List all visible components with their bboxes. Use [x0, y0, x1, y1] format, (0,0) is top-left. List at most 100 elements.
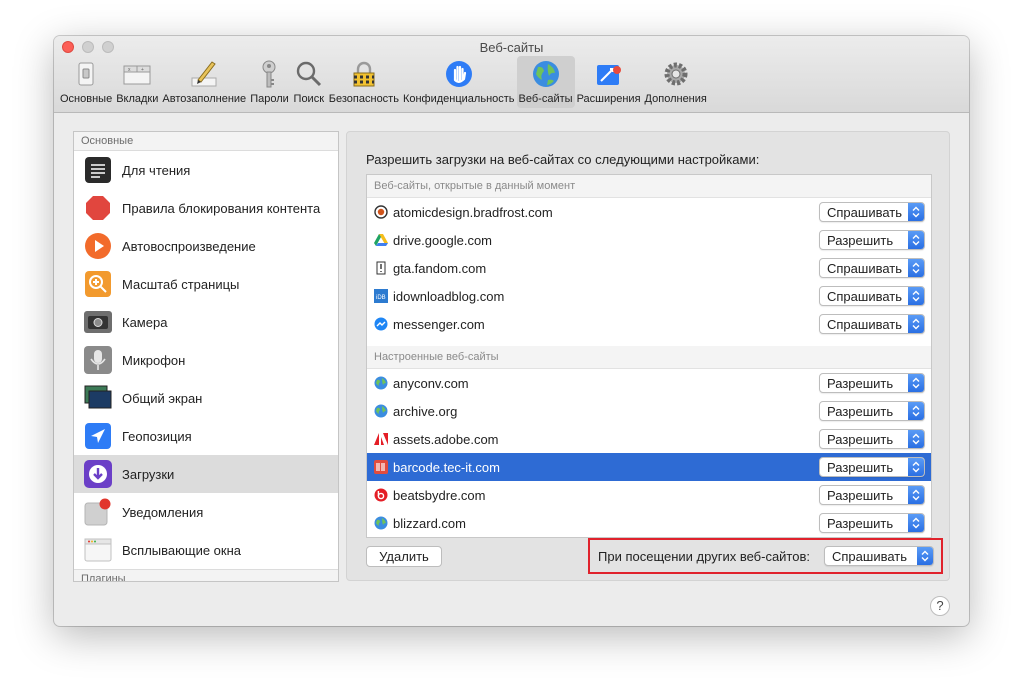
table-group-header: Настроенные веб-сайты [367, 346, 931, 369]
chevron-updown-icon [908, 259, 924, 277]
table-row[interactable]: barcode.tec-it.com Разрешить [367, 453, 931, 481]
camera-icon [84, 308, 112, 336]
sidebar-item-page-zoom[interactable]: Масштаб страницы [74, 265, 338, 303]
toolbar-autofill-pencil[interactable]: Автозаполнение [160, 56, 248, 108]
privacy-hand-icon [443, 58, 475, 90]
popup-value: Спрашивать [832, 548, 908, 564]
site-domain: archive.org [393, 403, 458, 419]
download-permission-popup[interactable]: Разрешить [819, 373, 925, 393]
table-row[interactable]: archive.org Разрешить [367, 397, 931, 425]
popup-value: Спрашивать [827, 204, 903, 220]
site-favicon-icon [374, 432, 388, 446]
sidebar-item-notifications[interactable]: Уведомления [74, 493, 338, 531]
table-row[interactable]: gta.fandom.com Спрашивать [367, 254, 931, 282]
site-favicon-icon: iDB [374, 289, 388, 303]
site-favicon-icon [374, 404, 388, 418]
table-row[interactable]: drive.google.com Разрешить [367, 226, 931, 254]
download-permission-popup[interactable]: Спрашивать [819, 314, 925, 334]
sidebar-item-autoplay[interactable]: Автовоспроизведение [74, 227, 338, 265]
sidebar-item-label: Микрофон [122, 352, 186, 368]
sidebar-item-microphone[interactable]: Микрофон [74, 341, 338, 379]
preferences-toolbar: Основные x + Вкладки Автозаполнение Пароли Пои… [58, 56, 709, 108]
popup-value: Спрашивать [827, 288, 903, 304]
site-favicon-icon [374, 205, 388, 219]
download-permission-popup[interactable]: Спрашивать [819, 286, 925, 306]
download-permission-popup[interactable]: Разрешить [819, 230, 925, 250]
site-favicon-icon [374, 516, 388, 530]
site-favicon-icon [374, 460, 388, 474]
chevron-updown-icon [908, 486, 924, 504]
sidebar-item-popup-windows[interactable]: Всплывающие окна [74, 531, 338, 569]
popup-value: Спрашивать [827, 316, 903, 332]
toolbar-tabs[interactable]: x + Вкладки [114, 56, 160, 108]
site-domain: anyconv.com [393, 375, 469, 391]
toolbar-label: Автозаполнение [162, 93, 247, 105]
download-permission-popup[interactable]: Спрашивать [819, 202, 925, 222]
download-permission-popup[interactable]: Разрешить [819, 513, 925, 533]
sidebar-item-location[interactable]: Геопозиция [74, 417, 338, 455]
sidebar-item-camera[interactable]: Камера [74, 303, 338, 341]
download-permission-popup[interactable]: Разрешить [819, 401, 925, 421]
site-domain: drive.google.com [393, 232, 492, 248]
page-zoom-icon [84, 270, 112, 298]
toolbar-label: Дополнения [644, 93, 707, 105]
table-row[interactable]: blizzard.com Разрешить [367, 509, 931, 537]
sidebar-item-content-blocker[interactable]: Правила блокирования контента [74, 189, 338, 227]
sidebar-item-downloads[interactable]: Загрузки [74, 455, 338, 493]
toolbar-label: Расширения [576, 93, 641, 105]
popup-value: Разрешить [827, 403, 894, 419]
table-row[interactable]: messenger.com Спрашивать [367, 310, 931, 338]
sidebar-item-screen-sharing[interactable]: Общий экран [74, 379, 338, 417]
reader-icon [84, 156, 112, 184]
site-domain: barcode.tec-it.com [393, 459, 500, 475]
toolbar-advanced-gear[interactable]: Дополнения [643, 56, 709, 108]
svg-text:+: + [141, 67, 144, 73]
download-permission-popup[interactable]: Разрешить [819, 457, 925, 477]
toolbar-extensions-puzzle[interactable]: Расширения [575, 56, 643, 108]
remove-button[interactable]: Удалить [366, 546, 442, 567]
chevron-updown-icon [908, 287, 924, 305]
other-websites-popup[interactable]: Спрашивать [824, 546, 934, 566]
toolbar-globe[interactable]: Веб-сайты [516, 56, 575, 108]
download-permission-popup[interactable]: Разрешить [819, 485, 925, 505]
site-favicon-icon [374, 376, 388, 390]
popup-windows-icon [84, 536, 112, 564]
site-favicon-icon [374, 233, 388, 247]
table-row[interactable]: anyconv.com Разрешить [367, 369, 931, 397]
table-row[interactable]: iDB idownloadblog.com Спрашивать [367, 282, 931, 310]
sidebar: Основные Для чтения Правила блокирования … [73, 131, 339, 582]
site-favicon-icon [374, 261, 388, 275]
site-domain: messenger.com [393, 316, 485, 332]
toolbar-privacy-hand[interactable]: Конфиденциальность [401, 56, 517, 108]
site-favicon-icon [374, 488, 388, 502]
notifications-icon [84, 498, 112, 526]
toolbar-key[interactable]: Пароли [248, 56, 291, 108]
help-button[interactable]: ? [930, 596, 950, 616]
svg-text:iDB: iDB [376, 295, 386, 301]
chevron-updown-icon [908, 402, 924, 420]
toolbar-label: Безопасность [328, 93, 399, 105]
site-domain: atomicdesign.bradfrost.com [393, 204, 553, 220]
autoplay-icon [84, 232, 112, 260]
popup-value: Разрешить [827, 459, 894, 475]
download-permission-popup[interactable]: Спрашивать [819, 258, 925, 278]
location-icon [84, 422, 112, 450]
sidebar-item-label: Уведомления [122, 504, 204, 520]
toolbar-label: Вкладки [116, 93, 159, 105]
table-row[interactable]: beatsbydre.com Разрешить [367, 481, 931, 509]
chevron-updown-icon [908, 374, 924, 392]
table-row[interactable]: atomicdesign.bradfrost.com Спрашивать [367, 198, 931, 226]
sidebar-item-reader[interactable]: Для чтения [74, 151, 338, 189]
toolbar-magnifier[interactable]: Поиск [291, 56, 327, 108]
download-permission-popup[interactable]: Разрешить [819, 429, 925, 449]
toolbar-security-lock[interactable]: Безопасность [327, 56, 401, 108]
table-row[interactable]: assets.adobe.com Разрешить [367, 425, 931, 453]
site-domain: idownloadblog.com [393, 288, 505, 304]
sidebar-item-label: Для чтения [122, 162, 191, 178]
site-domain: assets.adobe.com [393, 431, 499, 447]
security-lock-icon [348, 58, 380, 90]
toolbar-general[interactable]: Основные [58, 56, 114, 108]
sidebar-item-label: Загрузки [122, 466, 175, 482]
sidebar-section-plugins: Плагины [74, 569, 338, 581]
